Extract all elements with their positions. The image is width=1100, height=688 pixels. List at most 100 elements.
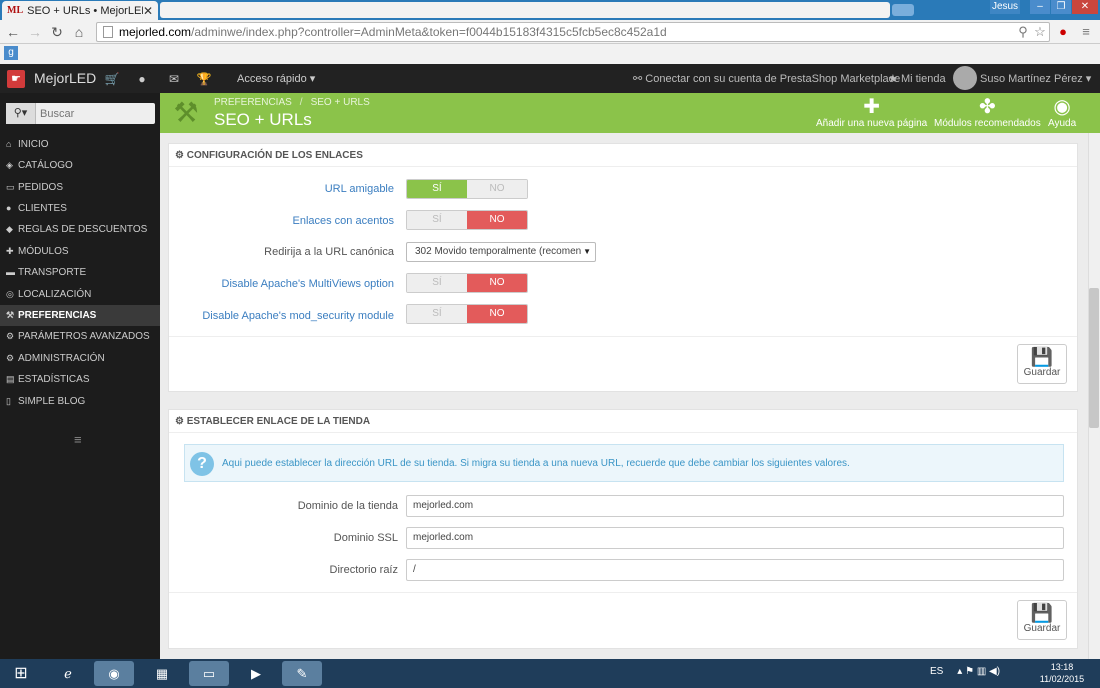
breadcrumb-item[interactable]: PREFERENCIAS [214, 97, 292, 108]
sidebar-item-descuentos[interactable]: ◆ REGLAS DE DESCUENTOS [0, 219, 160, 240]
messages-envelope-icon[interactable]: ✉ [166, 71, 182, 87]
folder-icon[interactable]: ▭ [189, 661, 229, 686]
customers-user-icon[interactable]: ● [134, 71, 150, 87]
trophy-icon[interactable]: 🏆 [196, 71, 212, 87]
switch-no[interactable]: NO [467, 305, 527, 323]
save-button[interactable]: 💾 Guardar [1017, 344, 1067, 384]
minimize-icon[interactable]: – [1030, 0, 1050, 14]
wrench-icon: ⚒ [6, 310, 15, 320]
collapse-menu-icon[interactable]: ≡ [74, 432, 82, 447]
paint-icon[interactable]: ✎ [282, 661, 322, 686]
sidebar-item-transporte[interactable]: ▬ TRANSPORTE [0, 262, 160, 283]
divider [169, 592, 1077, 593]
forward-icon[interactable]: → [26, 23, 44, 41]
tab-close-icon[interactable]: ✕ [143, 4, 153, 18]
switch-yes[interactable]: SÍ [407, 305, 467, 323]
location-icon[interactable]: ⚲ [1015, 24, 1031, 40]
ie-icon[interactable]: ℯ [48, 661, 88, 686]
sidebar-item-label: REGLAS DE DESCUENTOS [18, 224, 148, 235]
multiviews-switch[interactable]: SÍ NO [406, 273, 528, 293]
add-page-button[interactable]: ✚ Añadir una nueva página [816, 96, 927, 129]
search-icon[interactable]: ⚲▾ [6, 103, 36, 124]
windows-start-icon[interactable]: ⊞ [4, 659, 38, 688]
ssl-domain-input[interactable]: mejorled.com [406, 527, 1064, 549]
browser-tab[interactable]: ML SEO + URLs • MejorLED ✕ [2, 1, 158, 20]
breadcrumb-item[interactable]: SEO + URLS [311, 97, 370, 108]
sidebar-item-administracion[interactable]: ⚙ ADMINISTRACIÓN [0, 348, 160, 369]
bookmark-star-icon[interactable]: ☆ [1032, 24, 1048, 40]
language-indicator[interactable]: ES [930, 666, 943, 677]
tag-icon: ◈ [6, 160, 13, 170]
shop-name[interactable]: MejorLED [34, 70, 96, 86]
volume-icon[interactable]: ◀) [989, 666, 1000, 677]
switch-yes[interactable]: SÍ [407, 274, 467, 292]
save-button[interactable]: 💾 Guardar [1017, 600, 1067, 640]
profile-badge[interactable]: Jesus [990, 0, 1020, 14]
recommended-modules-button[interactable]: ✤ Módulos recomendados [934, 96, 1041, 129]
divider [169, 336, 1077, 337]
network-icon[interactable]: ▥ [977, 666, 986, 677]
sidebar-item-preferencias[interactable]: ⚒ PREFERENCIAS [0, 305, 160, 326]
sidebar-item-parametros[interactable]: ⚙ PARÁMETROS AVANZADOS [0, 326, 160, 347]
cogs-icon: ⚙ [6, 331, 15, 341]
panel-heading-text: CONFIGURACIÓN DE LOS ENLACES [186, 150, 363, 161]
canonical-select-value: 302 Movido temporalmente (recomen [415, 246, 582, 257]
extension-icon[interactable]: ● [1055, 24, 1071, 40]
restore-icon[interactable]: ❐ [1051, 0, 1071, 14]
tray-arrow-icon[interactable]: ▴ [957, 666, 962, 677]
clock-date: 11/02/2015 [1039, 674, 1085, 684]
panel-heading-text: ESTABLECER ENLACE DE LA TIENDA [186, 416, 371, 427]
puzzle-icon: ✤ [978, 96, 996, 118]
address-bar[interactable]: mejorled.com/adminwe/index.php?controlle… [96, 22, 1050, 42]
sidebar-item-modulos[interactable]: ✚ MÓDULOS [0, 241, 160, 262]
shop-domain-input[interactable]: mejorled.com [406, 495, 1064, 517]
menu-icon[interactable]: ≡ [1078, 24, 1094, 40]
shop-logo-icon[interactable]: ☛ [7, 70, 25, 88]
new-tab-button[interactable] [892, 4, 914, 16]
accents-switch[interactable]: SÍ NO [406, 210, 528, 230]
sidebar-item-catalogo[interactable]: ◈ CATÁLOGO [0, 155, 160, 176]
sidebar-item-simple-blog[interactable]: ▯ SIMPLE BLOG [0, 391, 160, 412]
mod-security-switch[interactable]: SÍ NO [406, 304, 528, 324]
orders-cart-icon[interactable]: 🛒 [104, 71, 120, 87]
canonical-select[interactable]: 302 Movido temporalmente (recomen ▼ [406, 242, 596, 262]
user-menu[interactable]: Suso Martínez Pérez ▾ [980, 72, 1091, 85]
media-player-icon[interactable]: ▶ [236, 661, 276, 686]
scrollbar-thumb[interactable] [1089, 288, 1099, 428]
quick-access-dropdown[interactable]: Acceso rápido ▾ [237, 72, 315, 85]
avatar[interactable] [953, 66, 977, 90]
search-input[interactable] [40, 103, 152, 124]
back-icon[interactable]: ← [4, 23, 22, 41]
friendly-url-label: URL amigable [324, 183, 394, 195]
sidebar-item-pedidos[interactable]: ▭ PEDIDOS [0, 177, 160, 198]
switch-no[interactable]: NO [467, 274, 527, 292]
chrome-icon[interactable]: ◉ [94, 661, 134, 686]
sidebar-item-estadisticas[interactable]: ▤ ESTADÍSTICAS [0, 369, 160, 390]
users-icon: ● [6, 203, 12, 213]
my-shop-link[interactable]: ★ Mi tienda [888, 72, 946, 85]
page-icon [103, 26, 113, 38]
clock[interactable]: 13:18 11/02/2015 [1034, 661, 1090, 685]
marketplace-connect-link[interactable]: ⚯ Conectar con su cuenta de PrestaShop M… [633, 72, 900, 85]
switch-yes[interactable]: SÍ [407, 180, 467, 198]
sidebar-item-label: ESTADÍSTICAS [18, 374, 90, 385]
friendly-url-switch[interactable]: SÍ NO [406, 179, 528, 199]
url-host: mejorled.com [119, 25, 192, 39]
reload-icon[interactable]: ↻ [48, 23, 66, 41]
switch-no[interactable]: NO [467, 211, 527, 229]
clock-time: 13:18 [1050, 662, 1074, 672]
bookmark-icon[interactable]: g [4, 46, 18, 60]
switch-yes[interactable]: SÍ [407, 211, 467, 229]
help-button[interactable]: ◉ Ayuda [1048, 96, 1076, 129]
sidebar-item-localizacion[interactable]: ◎ LOCALIZACIÓN [0, 284, 160, 305]
divider [169, 166, 1077, 167]
chevron-down-icon: ▾ [1085, 73, 1092, 85]
flag-icon[interactable]: ⚑ [965, 666, 974, 677]
sidebar-item-inicio[interactable]: ⌂ INICIO [0, 134, 160, 155]
home-icon[interactable]: ⌂ [70, 23, 88, 41]
switch-no[interactable]: NO [467, 180, 527, 198]
sidebar-item-clientes[interactable]: ● CLIENTES [0, 198, 160, 219]
apps-grid-icon[interactable]: ▦ [142, 661, 182, 686]
window-close-icon[interactable]: ✕ [1072, 0, 1098, 14]
root-dir-input[interactable]: / [406, 559, 1064, 581]
